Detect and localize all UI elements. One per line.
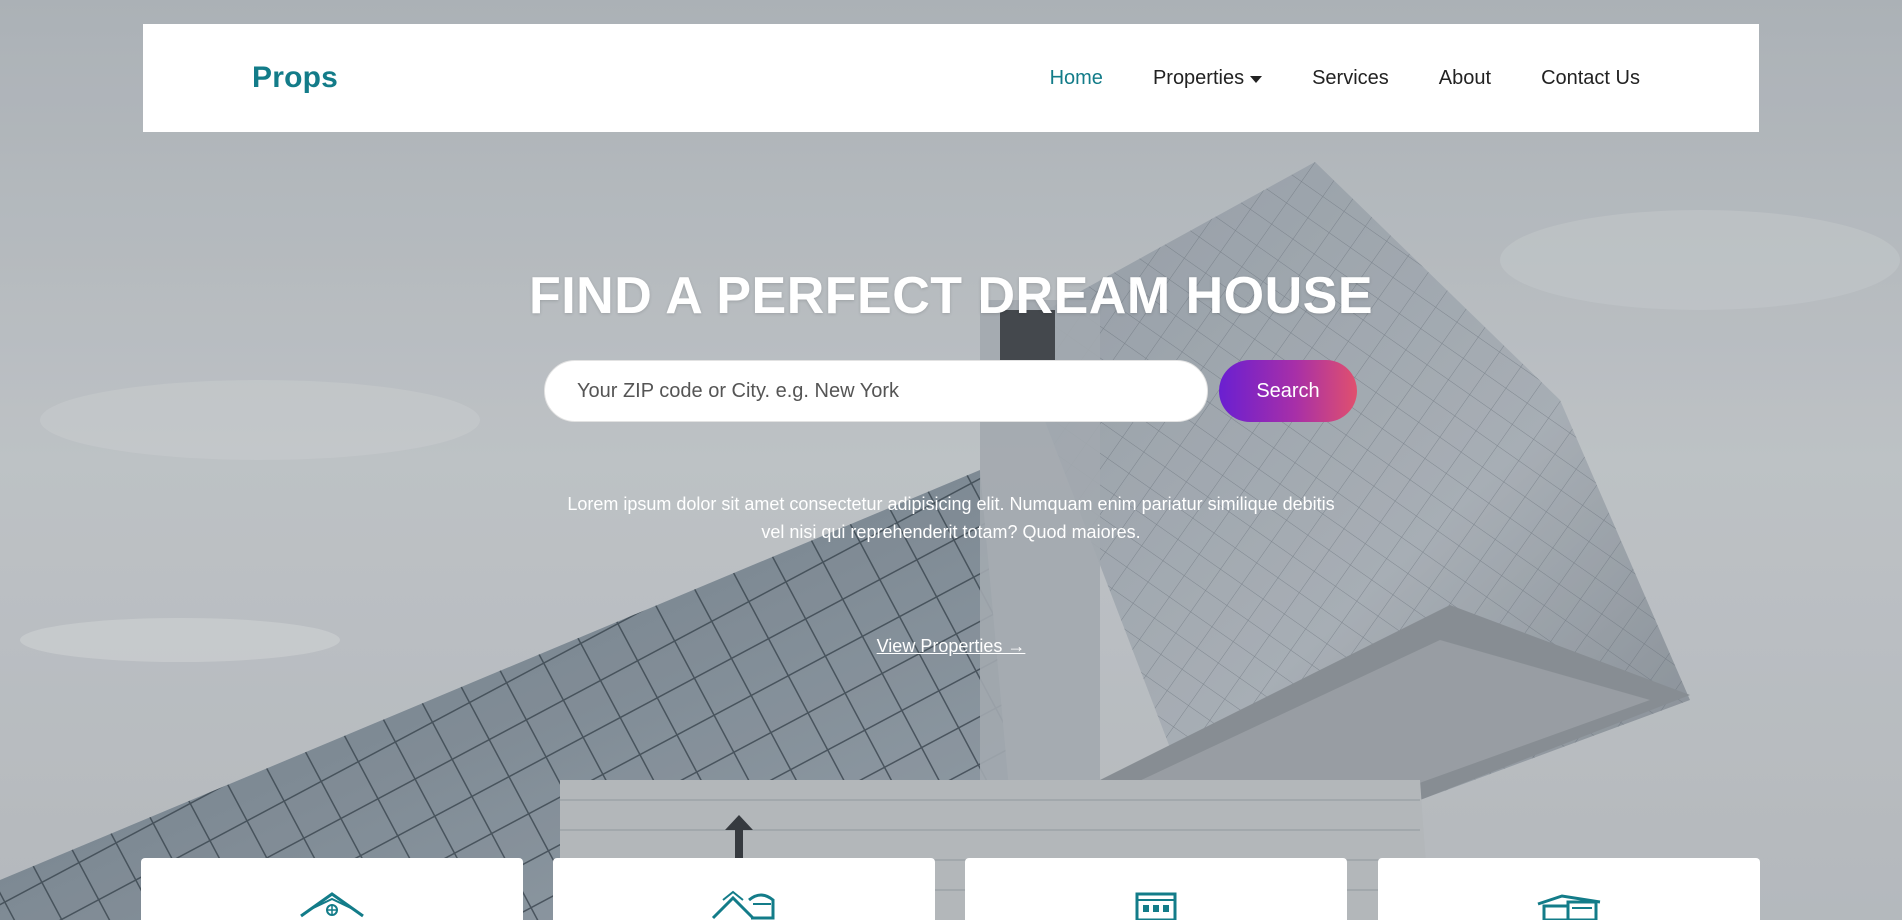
nav-item-services[interactable]: Services [1312,67,1389,90]
search-input[interactable] [544,360,1208,422]
feature-card[interactable] [965,858,1347,920]
nav-item-contact[interactable]: Contact Us [1541,67,1640,90]
navbar: Props Home Properties Services About Con… [143,24,1759,132]
hero-background [0,0,1902,920]
search-form: Search [544,360,1357,422]
feature-card[interactable] [553,858,935,920]
hero-overlay [0,0,1902,920]
search-button[interactable]: Search [1219,360,1357,422]
feature-card[interactable] [141,858,523,920]
nav-links: Home Properties Services About Contact U… [1050,67,1640,90]
caret-down-icon [1250,75,1263,83]
house-icon [300,892,364,918]
brand-logo[interactable]: Props [252,61,338,95]
view-properties-link[interactable]: View Properties → [877,636,1026,656]
feature-cards [141,858,1761,920]
nav-item-about[interactable]: About [1439,67,1491,90]
feature-card[interactable] [1378,858,1760,920]
nav-item-properties-label: Properties [1152,66,1245,89]
office-icon [1537,894,1601,920]
view-properties-container: View Properties → [0,636,1902,657]
building-icon [1135,892,1177,920]
hero-description: Lorem ipsum dolor sit amet consectetur a… [567,494,1335,542]
hero-title: FIND A PERFECT DREAM HOUSE [528,267,1374,325]
nav-item-home[interactable]: Home [1050,67,1103,90]
nav-item-properties[interactable]: Properties [1152,66,1263,90]
homes-icon [711,890,775,920]
